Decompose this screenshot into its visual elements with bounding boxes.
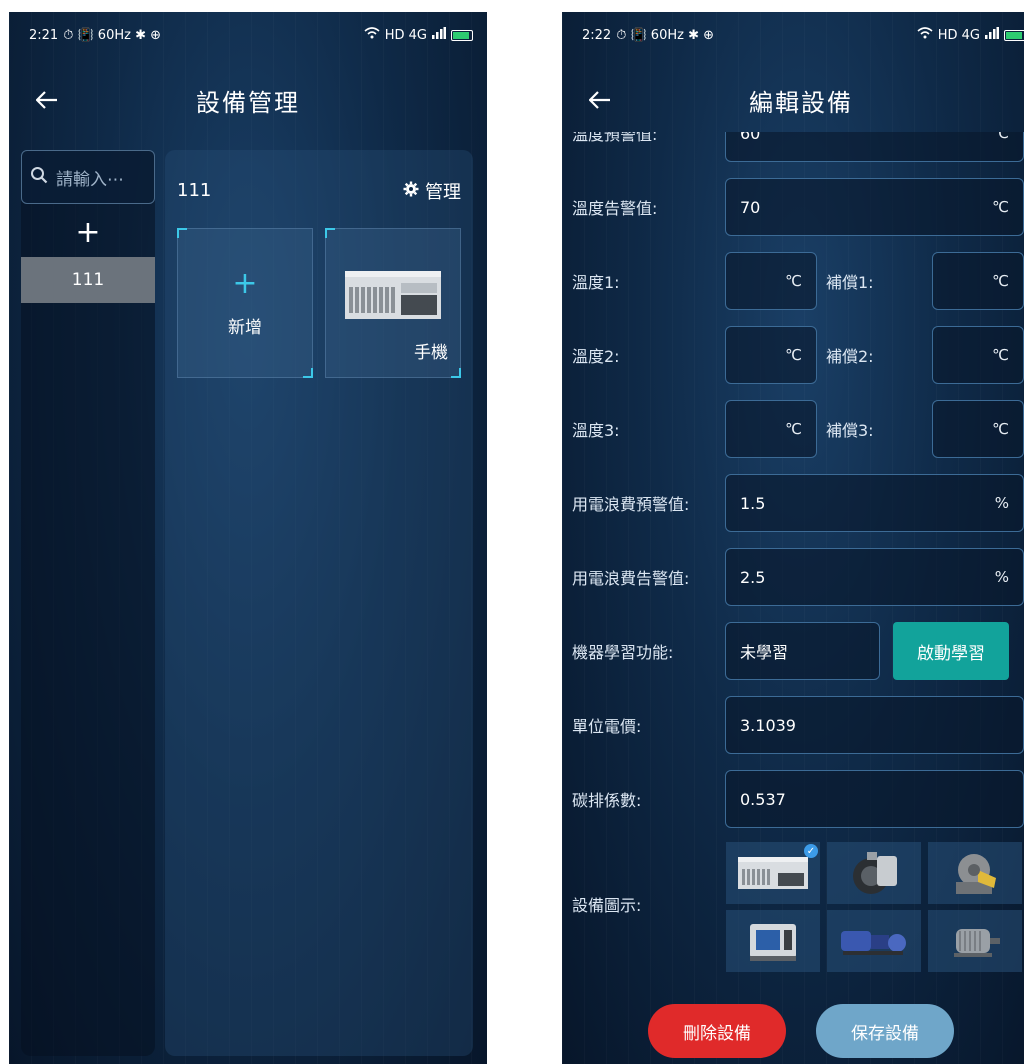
carbon-label: 碳排係數: xyxy=(572,791,642,810)
percent-unit: % xyxy=(994,494,1009,512)
temp-alarm-label: 溫度告警值: xyxy=(572,199,658,218)
wifi-icon xyxy=(364,27,380,43)
page-title: 編輯設備 xyxy=(749,88,853,117)
gear-icon xyxy=(403,181,419,202)
clock-time: 2:21 xyxy=(29,27,59,43)
temp1-input[interactable]: ℃ xyxy=(725,252,817,310)
add-group-button[interactable]: + xyxy=(21,212,155,252)
ml-label: 機器學習功能: xyxy=(572,643,674,662)
status-icons: ⏱ 📳 60Hz ✱ ⊕ xyxy=(63,27,161,43)
action-bar: 刪除設備 保存設備 xyxy=(562,984,1024,1064)
edit-form: 溫度預警值: 60 ℃ 溫度告警值: 70 ℃ 溫度1: ℃ 補償1: ℃ 溫度… xyxy=(562,132,1024,984)
group-title: 111 xyxy=(177,180,212,201)
battery-icon xyxy=(451,29,473,41)
gear-motor-icon[interactable] xyxy=(827,910,921,972)
temp-alarm-row: 溫度告警值: 70 ℃ xyxy=(562,178,1024,236)
waste-warning-row: 用電浪費預警值: 1.5 % xyxy=(562,474,1024,532)
temp1-label: 溫度1: xyxy=(572,273,620,292)
clock-time: 2:22 xyxy=(582,27,612,43)
edit-device-screen: 2:22 ⏱ 📳 60Hz ✱ ⊕ HD 4G 編輯設備 溫度預警值: 60 ℃ xyxy=(562,12,1024,1064)
waste-warning-value: 1.5 xyxy=(740,493,766,513)
sidebar-item-111[interactable]: 111 xyxy=(21,257,155,303)
price-value: 3.1039 xyxy=(740,715,796,735)
chiller-icon[interactable]: ✓ xyxy=(726,842,820,904)
waste-alarm-row: 用電浪費告警值: 2.5 % xyxy=(562,548,1024,606)
manage-button[interactable]: 管理 xyxy=(403,178,461,204)
back-arrow-icon[interactable] xyxy=(29,82,65,118)
waste-alarm-input[interactable]: 2.5 % xyxy=(725,548,1024,606)
ml-row: 機器學習功能: 未學習 啟動學習 xyxy=(562,622,1024,680)
selected-check-icon: ✓ xyxy=(804,844,818,858)
battery-icon xyxy=(1004,29,1024,41)
ml-status-field: 未學習 xyxy=(725,622,880,680)
temp-warning-label: 溫度預警值: xyxy=(572,132,658,144)
status-bar: 2:22 ⏱ 📳 60Hz ✱ ⊕ HD 4G xyxy=(562,12,1024,58)
carbon-row: 碳排係數: 0.537 xyxy=(562,770,1024,828)
temp1-row: 溫度1: ℃ 補償1: ℃ xyxy=(562,252,1024,310)
back-arrow-icon[interactable] xyxy=(582,82,618,118)
carbon-input[interactable]: 0.537 xyxy=(725,770,1024,828)
temp2-input[interactable]: ℃ xyxy=(725,326,817,384)
chiller-icon xyxy=(345,271,441,319)
device-panel: 111 管理 + 新增 手機 xyxy=(165,150,473,1056)
device-name: 手機 xyxy=(414,343,448,363)
temp-alarm-value: 70 xyxy=(740,197,761,217)
comp2-label: 補償2: xyxy=(826,347,874,366)
temp3-input[interactable]: ℃ xyxy=(725,400,817,458)
temp-unit: ℃ xyxy=(992,198,1009,216)
delete-device-button[interactable]: 刪除設備 xyxy=(648,1004,786,1058)
waste-alarm-label: 用電浪費告警值: xyxy=(572,569,690,588)
cnc-machine-icon[interactable] xyxy=(726,910,820,972)
manage-label: 管理 xyxy=(425,182,461,203)
app-header: 設備管理 xyxy=(9,68,487,132)
temp-warning-row: 溫度預警值: 60 ℃ xyxy=(562,132,1024,162)
add-device-label: 新增 xyxy=(228,317,262,338)
temp3-label: 溫度3: xyxy=(572,421,620,440)
group-sidebar: 請輸入⋯ + 111 xyxy=(21,150,155,1056)
page-title: 設備管理 xyxy=(196,88,300,117)
network-label: HD 4G xyxy=(937,27,980,43)
temp3-row: 溫度3: ℃ 補償3: ℃ xyxy=(562,400,1024,458)
temp2-label: 溫度2: xyxy=(572,347,620,366)
price-input[interactable]: 3.1039 xyxy=(725,696,1024,754)
signal-icon xyxy=(432,27,446,43)
ml-status-value: 未學習 xyxy=(740,643,789,662)
device-icon-picker: ✓ xyxy=(726,842,1022,972)
device-management-screen: 2:21 ⏱ 📳 60Hz ✱ ⊕ HD 4G 設備管理 請輸入⋯ + 111 … xyxy=(9,12,487,1064)
carbon-value: 0.537 xyxy=(740,789,786,809)
waste-alarm-value: 2.5 xyxy=(740,567,766,587)
app-header: 編輯設備 xyxy=(562,68,1024,132)
search-placeholder: 請輸入⋯ xyxy=(56,169,124,190)
temp-warning-input[interactable]: 60 ℃ xyxy=(725,132,1024,162)
waste-warning-input[interactable]: 1.5 % xyxy=(725,474,1024,532)
compressor-icon[interactable] xyxy=(827,842,921,904)
search-icon xyxy=(30,166,48,188)
status-icons: ⏱ 📳 60Hz ✱ ⊕ xyxy=(616,27,714,43)
device-tile[interactable]: 手機 xyxy=(325,228,461,378)
network-label: HD 4G xyxy=(384,27,427,43)
blower-icon[interactable] xyxy=(928,842,1022,904)
comp3-label: 補償3: xyxy=(826,421,874,440)
save-device-button[interactable]: 保存設備 xyxy=(816,1004,954,1058)
status-bar: 2:21 ⏱ 📳 60Hz ✱ ⊕ HD 4G xyxy=(9,12,487,58)
device-icon-label: 設備圖示: xyxy=(572,896,642,915)
wifi-icon xyxy=(917,27,933,43)
comp3-input[interactable]: ℃ xyxy=(932,400,1024,458)
waste-warning-label: 用電浪費預警值: xyxy=(572,495,690,514)
price-row: 單位電價: 3.1039 xyxy=(562,696,1024,754)
signal-icon xyxy=(985,27,999,43)
start-learning-button[interactable]: 啟動學習 xyxy=(893,622,1009,680)
add-device-tile[interactable]: + 新增 xyxy=(177,228,313,378)
plus-icon: + xyxy=(232,265,258,301)
temp-alarm-input[interactable]: 70 ℃ xyxy=(725,178,1024,236)
comp1-label: 補償1: xyxy=(826,273,874,292)
electric-motor-icon[interactable] xyxy=(928,910,1022,972)
comp2-input[interactable]: ℃ xyxy=(932,326,1024,384)
comp1-input[interactable]: ℃ xyxy=(932,252,1024,310)
price-label: 單位電價: xyxy=(572,717,642,736)
percent-unit: % xyxy=(994,568,1009,586)
search-input[interactable]: 請輸入⋯ xyxy=(21,150,155,204)
temp2-row: 溫度2: ℃ 補償2: ℃ xyxy=(562,326,1024,384)
